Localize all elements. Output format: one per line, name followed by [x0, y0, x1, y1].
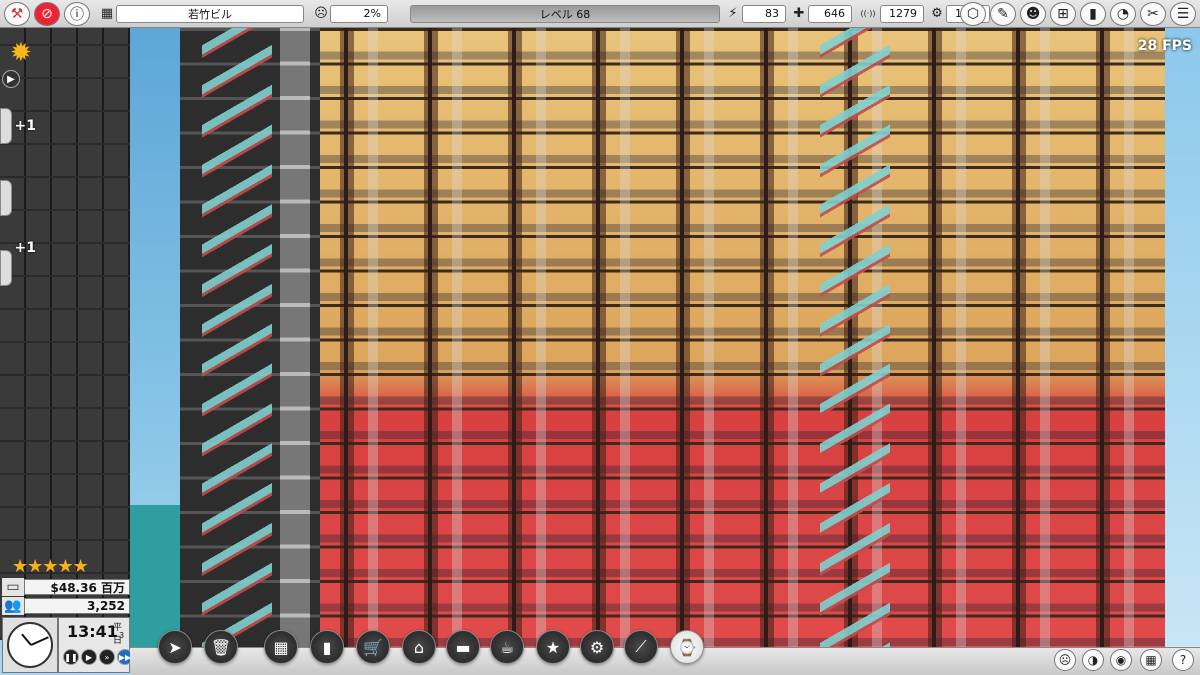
background-building: [0, 20, 130, 640]
money-value: $48.36 百万: [24, 579, 130, 595]
apartment-units[interactable]: [320, 20, 1165, 652]
day-number: 3: [119, 631, 125, 640]
fast-button[interactable]: »: [99, 649, 115, 665]
people-icon: 👥: [2, 597, 24, 615]
rating-stars: ★★★★★: [12, 556, 89, 577]
help-icon[interactable]: ?: [1172, 649, 1194, 671]
building-icon: ▦: [100, 6, 114, 21]
info-icon[interactable]: ⓘ: [64, 1, 90, 26]
speed-controls: ❚❚ ▶ » ▶▶: [63, 649, 133, 665]
game-scene[interactable]: 28 FPS: [0, 0, 1200, 675]
fps-counter: 28 FPS: [1137, 38, 1192, 54]
contrast-icon[interactable]: ◑: [1082, 649, 1104, 671]
clock-icon: [7, 622, 53, 668]
shopping-cart-icon[interactable]: 🛒: [356, 630, 390, 664]
population-row: 👥 3,252: [2, 597, 130, 615]
sofa-icon[interactable]: ⌂: [402, 630, 436, 664]
plus-badge: +1: [14, 240, 36, 256]
hammer-icon[interactable]: ⚒: [4, 1, 30, 26]
pause-button[interactable]: ❚❚: [63, 649, 79, 665]
money-icon: ▭: [2, 578, 24, 596]
grid-icon[interactable]: ▦: [1140, 649, 1162, 671]
utilities-icon[interactable]: ▮: [310, 630, 344, 664]
escalator-left[interactable]: [202, 20, 272, 652]
face-icon: ☹: [314, 6, 328, 21]
money-row: ▭ $48.36 百万: [2, 578, 130, 596]
mood-icon[interactable]: ☹: [1054, 649, 1076, 671]
play-button[interactable]: ▶: [81, 649, 97, 665]
top-right-buttons: ⬡ ✎ ☻ ⊞ ▮ ◔ ✂ ☰: [956, 2, 1200, 26]
stat-water: ✚ 646: [790, 4, 852, 23]
stat-power: ⚡ 83: [724, 4, 786, 23]
sun-icon: ✹: [10, 38, 32, 68]
signal-value: 1279: [880, 4, 924, 23]
watch-icon[interactable]: ⌚: [670, 630, 704, 664]
network-icon[interactable]: ⊞: [1050, 2, 1076, 26]
play-icon[interactable]: ▶: [2, 70, 20, 88]
escalator-right[interactable]: [820, 20, 890, 652]
power-value: 83: [742, 4, 786, 23]
tower[interactable]: [180, 20, 1165, 652]
stat-signal: ((·)) 1279: [856, 4, 924, 23]
happiness-value: 2%: [330, 4, 388, 23]
demolish-icon[interactable]: ⊘: [34, 1, 60, 26]
eye-icon[interactable]: ◉: [1110, 649, 1132, 671]
add-floor-icon[interactable]: ▦: [264, 630, 298, 664]
time-panel: 13:41 平日 3 ❚❚ ▶ » ▶▶: [58, 617, 133, 673]
signal-icon: ((·)): [860, 9, 876, 18]
chart-icon[interactable]: ▮: [1080, 2, 1106, 26]
clock-box: [2, 617, 58, 673]
time-display: 13:41: [67, 622, 118, 641]
water-icon: ✚: [793, 6, 805, 21]
escalator-icon[interactable]: ⟋: [624, 630, 658, 664]
brush-icon[interactable]: ✎: [990, 2, 1016, 26]
level-bar: レベル 68: [410, 4, 720, 23]
population-value: 3,252: [24, 598, 130, 614]
minute-hand: [30, 636, 49, 646]
water-value: 646: [808, 4, 852, 23]
pie-icon[interactable]: ◔: [1110, 2, 1136, 26]
building-name-field[interactable]: 若竹ビル: [116, 4, 304, 23]
maintenance-icon[interactable]: ⚙: [580, 630, 614, 664]
tools-icon[interactable]: ✂: [1140, 2, 1166, 26]
cube-icon[interactable]: ⬡: [960, 2, 986, 26]
lightning-icon: ⚡: [728, 6, 738, 21]
people-icon[interactable]: ☻: [1020, 2, 1046, 26]
menu-icon[interactable]: ☰: [1170, 2, 1196, 26]
gear-icon: ⚙: [931, 6, 943, 21]
side-tab[interactable]: [0, 180, 12, 216]
stars-icon[interactable]: ★: [536, 630, 570, 664]
elevator-shaft[interactable]: [280, 20, 310, 652]
coffee-icon[interactable]: ☕: [490, 630, 524, 664]
top-bar: ⚒ ⊘ ⓘ ▦ 若竹ビル ☹ 2% レベル 68 ⚡ 83 ✚ 646 ((·)) 1…: [0, 0, 1200, 28]
plus-badge: +1: [14, 118, 36, 134]
bed-icon[interactable]: ▬: [446, 630, 480, 664]
cursor-icon[interactable]: ➤: [158, 630, 192, 664]
trash-icon[interactable]: 🗑: [204, 630, 238, 664]
